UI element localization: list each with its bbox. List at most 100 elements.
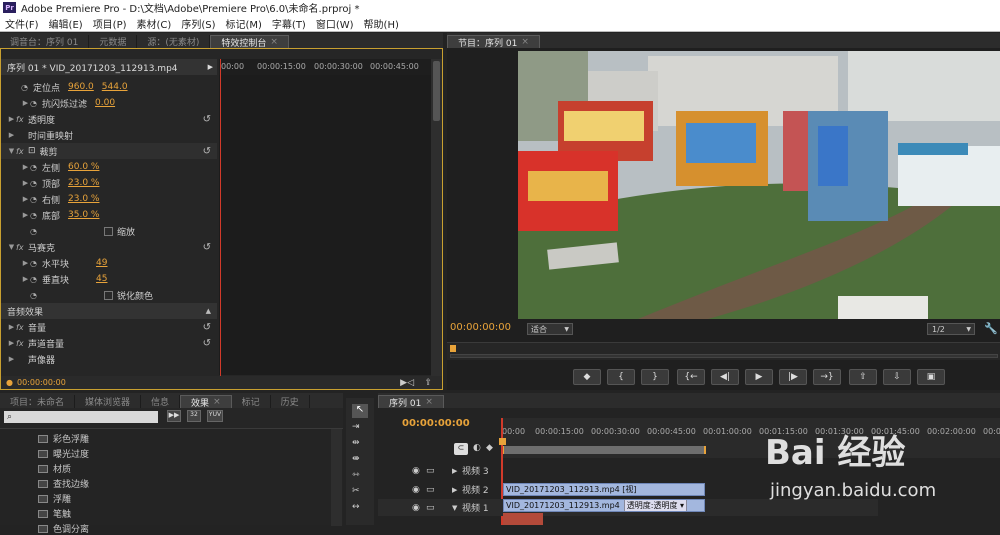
zoom-checkbox[interactable] (104, 226, 113, 236)
rate-stretch-tool-icon[interactable]: ⇿ (352, 470, 360, 480)
stopwatch-icon[interactable]: ◔ (30, 275, 42, 284)
list-item[interactable]: 彩色浮雕 (38, 432, 89, 445)
step-forward-button[interactable]: |▶ (779, 369, 807, 385)
tab-metadata[interactable]: 元数据 (89, 35, 138, 48)
effect-opacity[interactable]: ▶ fx 透明度 ↺ (1, 111, 217, 127)
list-item[interactable]: 笔触 (38, 507, 71, 520)
accelerated-effects-icon[interactable]: ▶▶ (167, 410, 181, 422)
program-video-frame[interactable] (518, 51, 1000, 319)
reset-icon[interactable]: ↺ (203, 242, 211, 253)
program-timecode[interactable]: 00:00:00:00 (450, 322, 511, 333)
yuv-effects-icon[interactable]: YUV (207, 410, 223, 422)
tab-audio-mixer[interactable]: 调音台：序列 01 (0, 35, 90, 48)
effect-ruler[interactable]: 00:00 00:00:15:00 00:00:30:00 00:00:45:0… (219, 59, 431, 75)
menu-window[interactable]: 窗口(W) (311, 16, 359, 31)
menu-clip[interactable]: 素材(C) (132, 16, 177, 31)
effect-channel-volume[interactable]: ▶ fx 声道音量 ↺ (1, 335, 217, 351)
tab-program[interactable]: 节目：序列 01 × (447, 35, 540, 49)
effect-timecode[interactable]: 00:00:00:00 (17, 378, 66, 387)
list-item[interactable]: 查找边缘 (38, 477, 89, 490)
resolution-dropdown[interactable]: 1/2 ▼ (927, 323, 975, 335)
tab-effects[interactable]: 效果 × (180, 395, 232, 409)
menu-file[interactable]: 文件(F) (0, 16, 44, 31)
close-icon[interactable]: × (213, 397, 221, 407)
playhead-marker-icon[interactable] (499, 438, 506, 445)
razor-tool-icon[interactable]: ✂ (352, 486, 360, 496)
wrench-icon[interactable]: 🔧 (984, 322, 998, 335)
reset-icon[interactable]: ↺ (203, 338, 211, 349)
clip-video-2[interactable]: VID_20171203_112913.mp4 [视] (503, 483, 705, 496)
tab-source[interactable]: 源：(无素材) (137, 35, 211, 48)
effect-time-remap[interactable]: ▶ 时间重映射 (1, 127, 217, 143)
play-clip-icon[interactable]: ▶◁ (400, 378, 414, 388)
reset-icon[interactable]: ↺ (203, 146, 211, 157)
menu-marker[interactable]: 标记(M) (220, 16, 266, 31)
stopwatch-icon[interactable]: ◔ (30, 163, 42, 172)
clip-video-1[interactable]: VID_20171203_112913.mp4 透明度:透明度 ▾ (503, 499, 705, 512)
effect-volume[interactable]: ▶ fx 音量 ↺ (1, 319, 217, 335)
tab-project[interactable]: 项目：未命名 (0, 395, 76, 408)
effect-crop[interactable]: ▼ fx ⊡ 裁剪 ↺ (1, 143, 217, 159)
tab-history[interactable]: 历史 (271, 395, 310, 408)
selection-tool-icon[interactable]: ↖ (352, 404, 368, 418)
close-icon[interactable]: × (425, 397, 433, 407)
eye-icon[interactable]: ◉ (412, 503, 420, 513)
stopwatch-icon[interactable]: ◔ (30, 179, 42, 188)
expand-icon[interactable]: ▶ (452, 467, 457, 475)
zoom-bar[interactable] (450, 354, 998, 358)
close-icon[interactable]: × (521, 37, 529, 47)
playhead-marker-icon[interactable] (450, 345, 456, 352)
track-select-tool-icon[interactable]: ⇥ (352, 422, 360, 432)
stopwatch-icon[interactable]: ◔ (30, 259, 42, 268)
menu-edit[interactable]: 编辑(E) (44, 16, 88, 31)
tab-media-browser[interactable]: 媒体浏览器 (75, 395, 142, 408)
step-back-button[interactable]: ◀| (711, 369, 739, 385)
timeline-timecode[interactable]: 00:00:00:00 (402, 418, 470, 429)
stopwatch-icon[interactable]: ◔ (30, 99, 42, 108)
collapse-icon[interactable]: ▲ (206, 307, 211, 315)
work-area-bar[interactable] (502, 446, 706, 454)
expand-icon[interactable]: ▶ (452, 486, 457, 494)
list-item[interactable]: 浮雕 (38, 492, 71, 505)
sharpen-checkbox[interactable] (104, 290, 113, 300)
list-item[interactable]: 曝光过度 (38, 447, 89, 460)
stopwatch-icon[interactable]: ◔ (30, 195, 42, 204)
reset-icon[interactable]: ↺ (203, 322, 211, 333)
menu-sequence[interactable]: 序列(S) (176, 16, 220, 31)
rolling-edit-tool-icon[interactable]: ⇼ (352, 454, 360, 464)
close-icon[interactable]: × (270, 37, 278, 47)
menu-help[interactable]: 帮助(H) (359, 16, 404, 31)
snap-icon[interactable]: ⊂ (454, 443, 468, 455)
effect-panner[interactable]: ▶ 声像器 (1, 351, 217, 367)
play-button[interactable]: ▶ (745, 369, 773, 385)
tab-info[interactable]: 信息 (141, 395, 181, 408)
add-marker-icon[interactable]: ◐ (473, 443, 481, 453)
collapse-icon[interactable]: ▼ (452, 504, 457, 512)
eye-icon[interactable]: ◉ (412, 485, 420, 495)
program-scrubber[interactable] (447, 342, 1000, 360)
slip-tool-icon[interactable]: ↔ (352, 502, 360, 512)
list-item[interactable]: 色调分离 (38, 522, 89, 535)
export-icon[interactable]: ⇪ (424, 378, 432, 388)
mark-out-button[interactable]: } (641, 369, 669, 385)
stopwatch-icon[interactable]: ◔ (21, 83, 33, 92)
tab-markers[interactable]: 标记 (232, 395, 271, 408)
timeline-ruler[interactable]: 00:00 00:00:15:00 00:00:30:00 00:00:45:0… (502, 418, 1000, 458)
scrollbar[interactable] (431, 59, 442, 377)
effect-mosaic[interactable]: ▼ fx 马赛克 ↺ (1, 239, 217, 255)
play-only-icon[interactable]: ▶ (208, 63, 213, 71)
tab-sequence[interactable]: 序列 01 × (378, 395, 444, 409)
lift-button[interactable]: ⇧ (849, 369, 877, 385)
menu-title[interactable]: 字幕(T) (267, 16, 311, 31)
mark-in-button[interactable]: { (607, 369, 635, 385)
effects-search-input[interactable]: ⌕ (4, 411, 158, 423)
go-to-in-button[interactable]: {← (677, 369, 705, 385)
fit-dropdown[interactable]: 适合 ▼ (527, 323, 573, 335)
eye-icon[interactable]: ◉ (412, 466, 420, 476)
menu-project[interactable]: 项目(P) (88, 16, 132, 31)
export-frame-button[interactable]: ▣ (917, 369, 945, 385)
effect-keyframe-area[interactable] (219, 75, 431, 375)
ripple-edit-tool-icon[interactable]: ⇹ (352, 438, 360, 448)
scrollbar[interactable] (331, 429, 342, 526)
32bit-effects-icon[interactable]: 32 (187, 410, 201, 422)
